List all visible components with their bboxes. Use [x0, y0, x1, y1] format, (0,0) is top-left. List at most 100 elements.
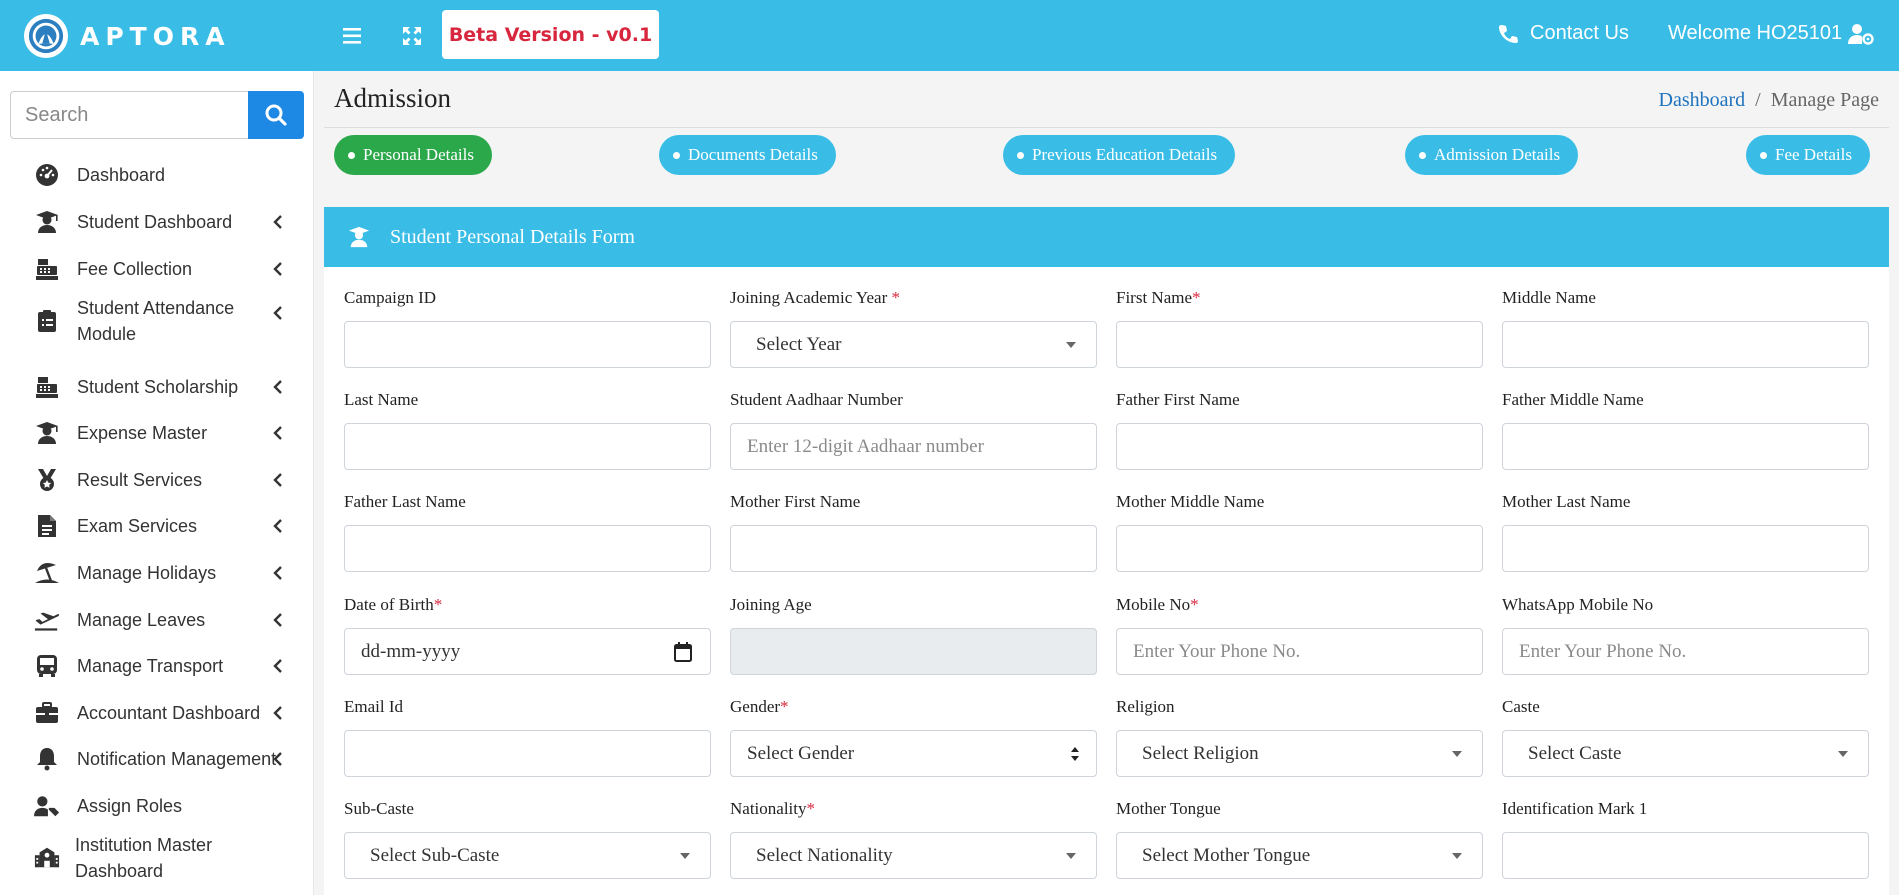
field-label: Middle Name — [1502, 288, 1596, 307]
religion-select[interactable]: Select Religion — [1116, 730, 1483, 777]
sidebar-item-student-scholarship[interactable]: Student Scholarship — [0, 367, 314, 407]
field-label: Date of Birth* — [344, 595, 443, 614]
sidebar-search — [10, 91, 304, 139]
father-first-name-input[interactable] — [1116, 423, 1483, 470]
sidebar-item-fee-collection[interactable]: Fee Collection — [0, 249, 314, 289]
contact-us-label: Contact Us — [1530, 22, 1629, 44]
sidebar-item-notification-management[interactable]: Notification Management — [0, 739, 314, 779]
brand-name: APTORA — [80, 21, 231, 51]
father-middle-name-input[interactable] — [1502, 423, 1869, 470]
caste-select[interactable]: Select Caste — [1502, 730, 1869, 777]
sidebar-item-assign-roles[interactable]: Assign Roles — [0, 786, 314, 826]
middle-name-input[interactable] — [1502, 321, 1869, 368]
field-label: Joining Age — [730, 595, 812, 614]
sidebar-item-result-services[interactable]: Result Services — [0, 460, 314, 500]
sidebar-item-label: Manage Holidays — [77, 563, 217, 583]
breadcrumb: Dashboard / Manage Page — [1659, 89, 1880, 112]
gender-select[interactable]: Select Gender — [730, 730, 1097, 777]
menu-toggle-button[interactable] — [339, 22, 367, 50]
step-fee-details[interactable]: Fee Details — [1746, 135, 1870, 175]
brand-logo[interactable]: APTORA — [24, 14, 231, 58]
sidebar-item-exam-services[interactable]: Exam Services — [0, 506, 314, 546]
logo-emblem-icon — [24, 14, 68, 58]
step-documents-details[interactable]: Documents Details — [659, 135, 836, 175]
search-button[interactable] — [248, 91, 304, 139]
father-last-name-input[interactable] — [344, 525, 711, 572]
step-label: Previous Education Details — [1032, 145, 1218, 164]
step-personal-details[interactable]: Personal Details — [334, 135, 492, 175]
email-id-input[interactable] — [344, 730, 711, 777]
form-title: Student Personal Details Form — [390, 225, 635, 248]
identification-mark-1-input[interactable] — [1502, 832, 1869, 879]
step-dot-icon — [1017, 151, 1024, 159]
mother-middle-name-input[interactable] — [1116, 525, 1483, 572]
sidebar-item-manage-holidays[interactable]: Manage Holidays — [0, 553, 314, 593]
joining-academic-year-select[interactable]: Select Year — [730, 321, 1097, 368]
mother-middle-name-field: Mother Middle Name — [1116, 491, 1483, 572]
contact-us-link[interactable]: Contact Us — [1498, 22, 1629, 45]
date-of-birth-input[interactable]: dd-mm-yyyy — [344, 628, 711, 675]
joining-age-field: Joining Age — [730, 594, 1097, 675]
first-name-input[interactable] — [1116, 321, 1483, 368]
page-title: Admission — [334, 83, 452, 113]
aadhaar-number-input[interactable]: Enter 12-digit Aadhaar number — [730, 423, 1097, 470]
phone-icon — [1499, 24, 1518, 43]
campaign-id-input[interactable] — [344, 321, 711, 368]
field-label: Email Id — [344, 697, 404, 716]
sidebar-item-label: Fee Collection — [77, 259, 193, 279]
sidebar-item-student-dashboard[interactable]: Student Dashboard — [0, 202, 314, 242]
sidebar-item-label: Student Scholarship — [77, 377, 239, 397]
expand-icon — [403, 27, 421, 45]
sidebar-item-accountant-dashboard[interactable]: Accountant Dashboard — [0, 693, 314, 733]
caret-down-icon — [1452, 853, 1462, 859]
user-menu[interactable]: Welcome HO25101 — [1668, 22, 1874, 45]
sub-caste-select[interactable]: Select Sub-Caste — [344, 832, 711, 879]
cash-register-icon — [34, 374, 60, 400]
hamburger-icon — [343, 28, 361, 44]
umbrella-beach-icon — [34, 560, 60, 586]
sidebar-item-label: Expense Master — [77, 423, 208, 443]
file-icon — [34, 513, 60, 539]
sidebar-item-institution-master-dashboard[interactable]: Institution Master Dashboard — [0, 831, 314, 885]
mobile-no-input[interactable]: Enter Your Phone No. — [1116, 628, 1483, 675]
field-label: WhatsApp Mobile No — [1502, 595, 1654, 614]
sidebar-item-label: Dashboard — [77, 165, 166, 185]
last-name-input[interactable] — [344, 423, 711, 470]
step-admission-details[interactable]: Admission Details — [1405, 135, 1579, 175]
aadhaar-number-field: Student Aadhaar Number Enter 12-digit Aa… — [730, 389, 1097, 470]
nationality-select[interactable]: Select Nationality — [730, 832, 1097, 879]
gender-field: Gender* Select Gender — [730, 696, 1097, 777]
chevron-left-icon — [270, 658, 286, 674]
caret-down-icon — [1452, 751, 1462, 757]
whatsapp-mobile-no-input[interactable]: Enter Your Phone No. — [1502, 628, 1869, 675]
step-previous-education-details[interactable]: Previous Education Details — [1003, 135, 1236, 175]
mother-tongue-select[interactable]: Select Mother Tongue — [1116, 832, 1483, 879]
header-divider — [324, 127, 1889, 128]
sidebar-item-dashboard[interactable]: Dashboard — [0, 155, 314, 195]
breadcrumb-current: Manage Page — [1770, 89, 1879, 111]
user-cog-icon — [1848, 23, 1874, 45]
mother-first-name-input[interactable] — [730, 525, 1097, 572]
sidebar-item-manage-transport[interactable]: Manage Transport — [0, 646, 314, 686]
fullscreen-button[interactable] — [398, 22, 426, 50]
plane-departure-icon — [34, 607, 60, 633]
mother-last-name-input[interactable] — [1502, 525, 1869, 572]
briefcase-icon — [34, 700, 60, 726]
search-input[interactable] — [10, 91, 248, 139]
breadcrumb-dashboard-link[interactable]: Dashboard — [1659, 89, 1746, 112]
sidebar-item-manage-leaves[interactable]: Manage Leaves — [0, 600, 314, 640]
field-label: Mother First Name — [730, 492, 861, 511]
step-label: Personal Details — [363, 145, 474, 164]
user-tag-icon — [34, 793, 60, 819]
sidebar-item-student-attendance-module[interactable]: Student Attendance Module — [0, 294, 314, 348]
calendar-icon[interactable] — [674, 642, 692, 662]
breadcrumb-separator: / — [1755, 89, 1761, 111]
caret-down-icon — [680, 853, 690, 859]
personal-details-card: Student Personal Details Form Campaign I… — [324, 207, 1889, 895]
sidebar-item-expense-master[interactable]: Expense Master — [0, 413, 314, 453]
medal-icon — [34, 467, 60, 493]
sidebar: Dashboard Student Dashboard Fee Collecti… — [0, 71, 314, 895]
dashboard-icon — [34, 162, 60, 188]
joining-age-input — [730, 628, 1097, 675]
joining-academic-year-field: Joining Academic Year * Select Year — [730, 287, 1097, 368]
